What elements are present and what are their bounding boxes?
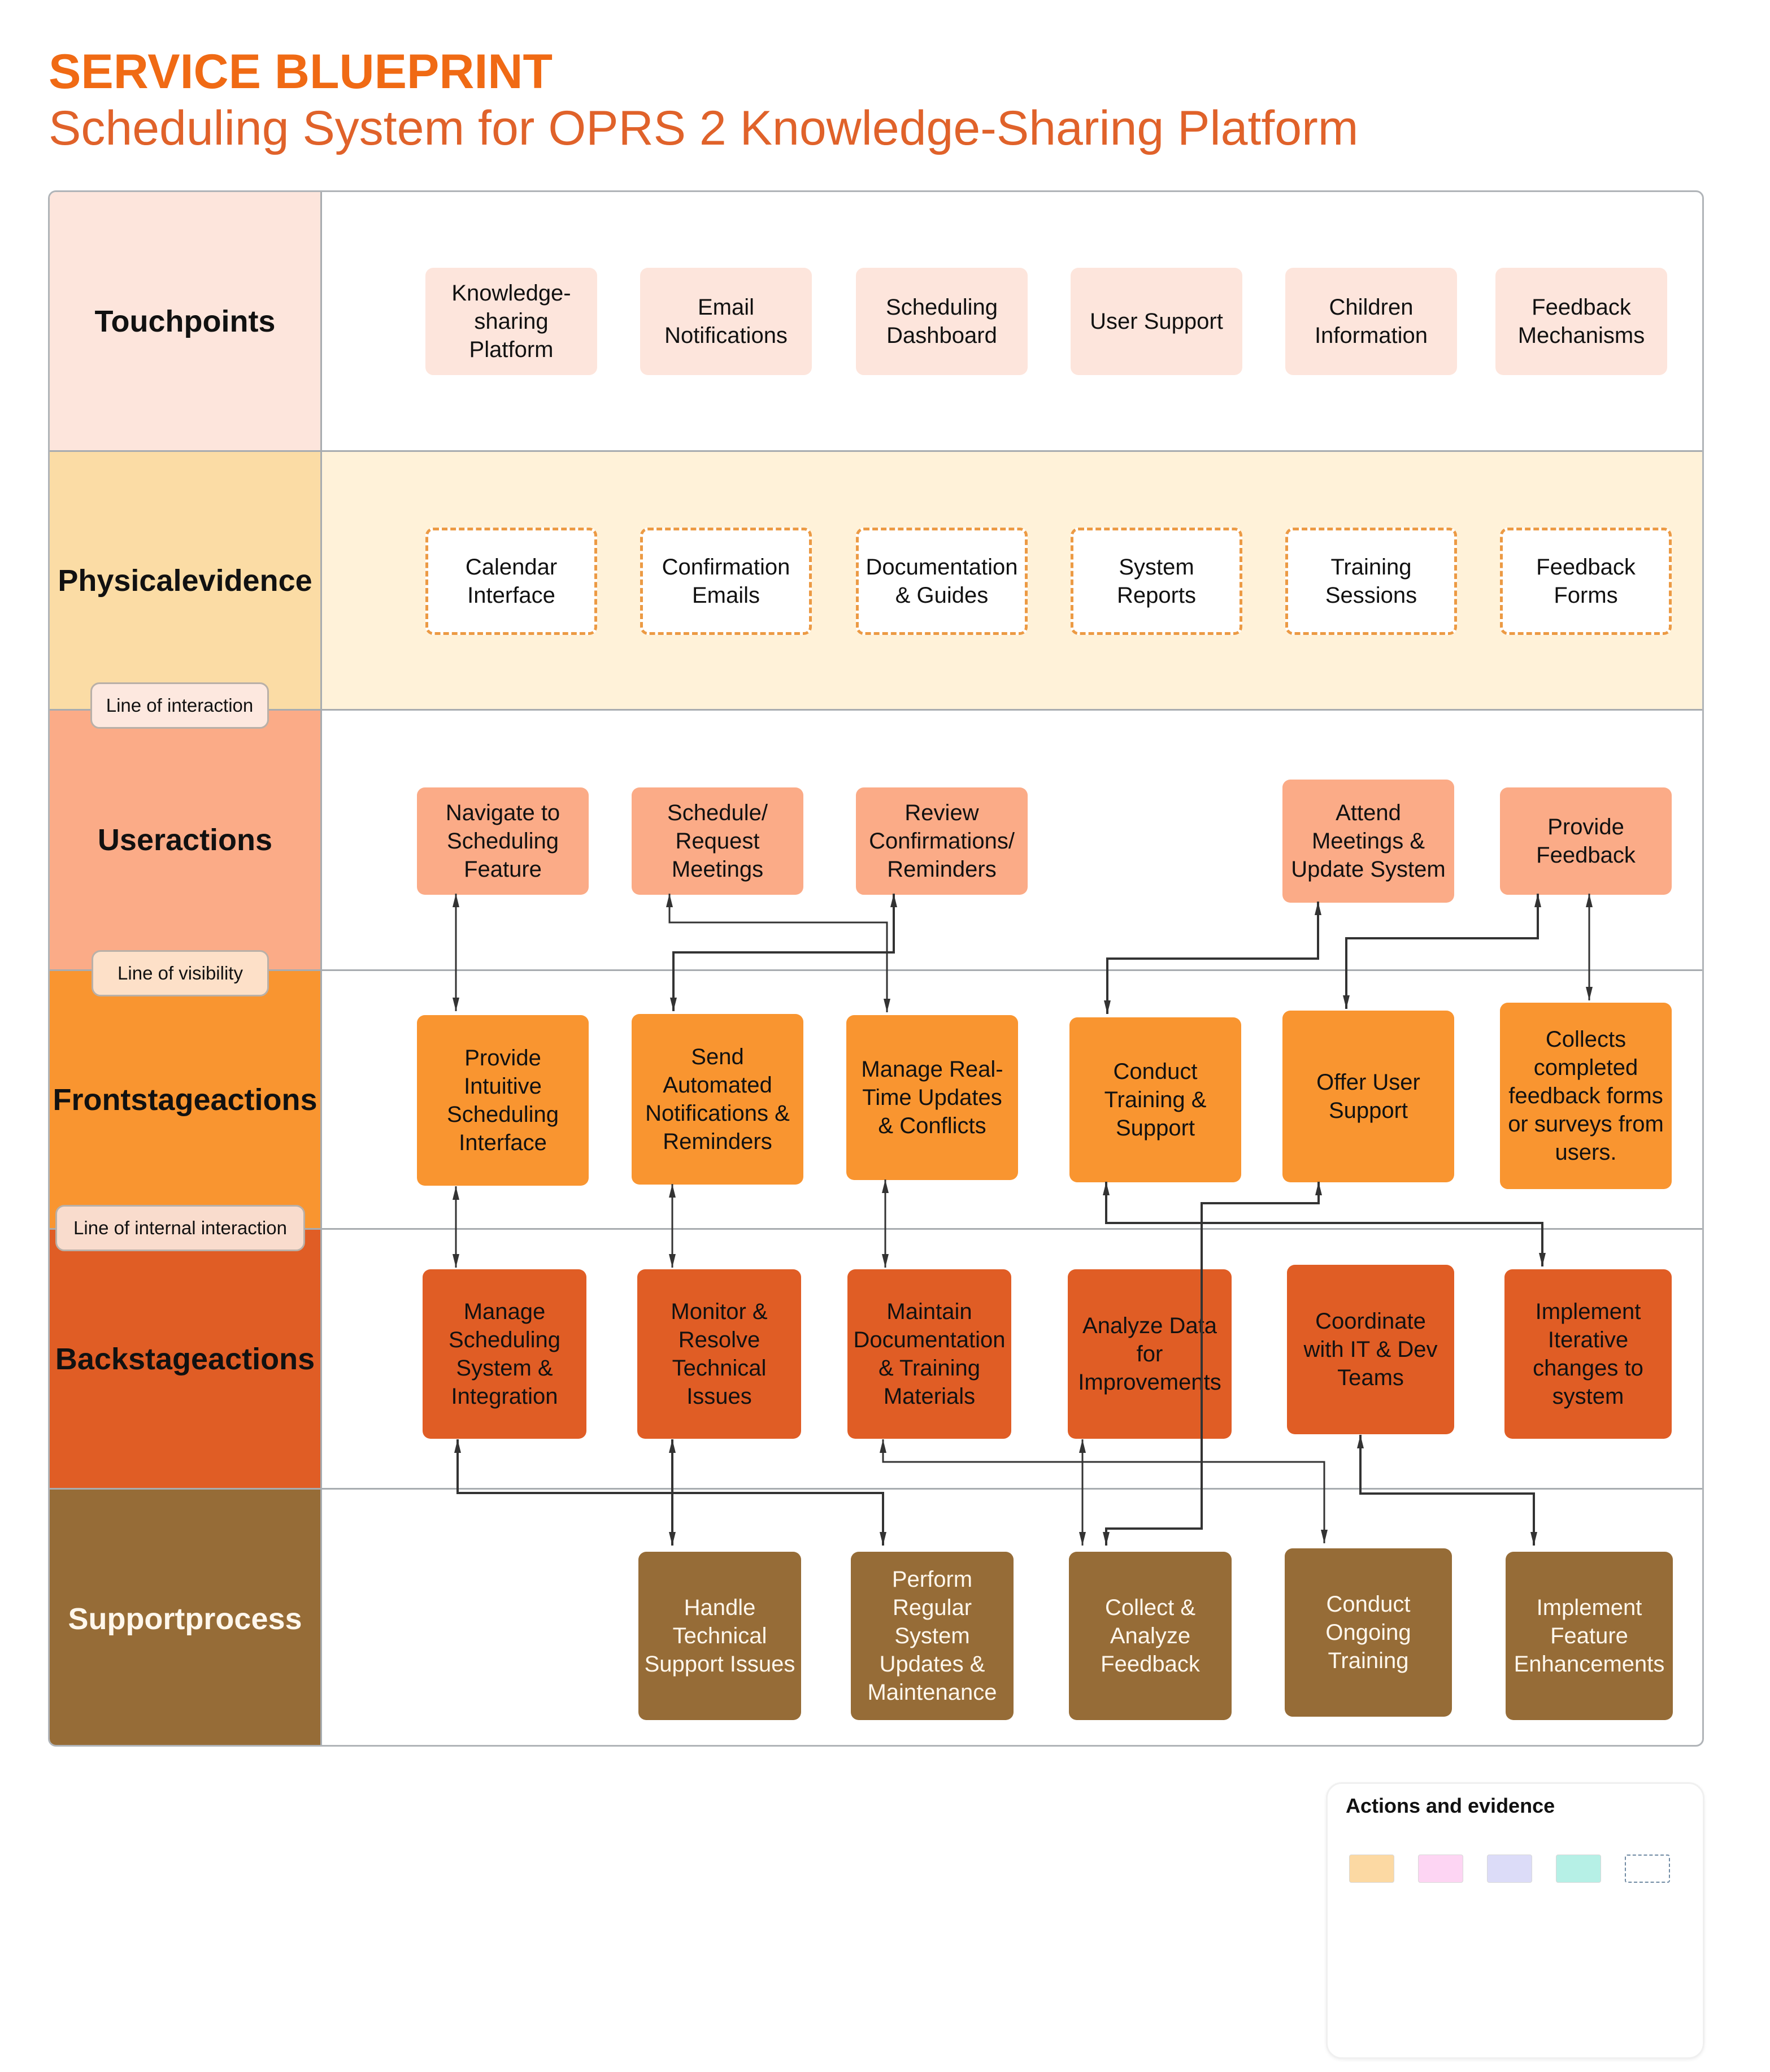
lane-label-support: Support process <box>50 1490 322 1745</box>
user-action-card[interactable]: Attend Meetings & Update System <box>1282 780 1454 903</box>
legend-swatch-orange <box>1349 1855 1394 1883</box>
touchpoint-card[interactable]: User Support <box>1071 268 1242 375</box>
legend-swatch-mint <box>1556 1855 1601 1883</box>
touchpoint-card[interactable]: Knowledge-sharing Platform <box>425 268 597 375</box>
lane-frontstage-actions: Frontstage actions Provide Intuitive Sche… <box>50 971 1702 1230</box>
lane-label-backstage: Backstage actions <box>50 1230 322 1488</box>
evidence-card[interactable]: Training Sessions <box>1285 528 1457 635</box>
support-card[interactable]: Implement Feature Enhancements <box>1506 1552 1673 1720</box>
backstage-card[interactable]: Coordinate with IT & Dev Teams <box>1287 1265 1454 1434</box>
lane-body-frontstage: Provide Intuitive Scheduling Interface S… <box>322 971 1702 1228</box>
lane-body-backstage: Manage Scheduling System & Integration M… <box>322 1230 1702 1488</box>
backstage-card[interactable]: Implement Iterative changes to system <box>1504 1269 1672 1439</box>
lane-label-user-actions: User actions <box>50 711 322 969</box>
blueprint-subtitle: Scheduling System for OPRS 2 Knowledge-S… <box>49 101 1359 155</box>
legend-swatch-dashed <box>1625 1855 1670 1883</box>
frontstage-card[interactable]: Send Automated Notifications & Reminders <box>632 1014 803 1185</box>
touchpoint-card[interactable]: Feedback Mechanisms <box>1495 268 1667 375</box>
frontstage-card[interactable]: Offer User Support <box>1282 1011 1454 1182</box>
lane-user-actions: User actions Navigate to Scheduling Featu… <box>50 711 1702 971</box>
touchpoint-card[interactable]: Children Information <box>1285 268 1457 375</box>
backstage-card[interactable]: Manage Scheduling System & Integration <box>423 1269 586 1439</box>
legend-swatch-pink <box>1418 1855 1463 1883</box>
lane-body-support: Handle Technical Support Issues Perform … <box>322 1490 1702 1745</box>
line-of-visibility-tag: Line of visibility <box>92 950 269 996</box>
support-card[interactable]: Handle Technical Support Issues <box>638 1552 801 1720</box>
backstage-card[interactable]: Monitor & Resolve Technical Issues <box>637 1269 801 1439</box>
line-of-internal-interaction-tag: Line of internal interaction <box>55 1205 305 1251</box>
evidence-card[interactable]: Feedback Forms <box>1500 528 1672 635</box>
evidence-card[interactable]: System Reports <box>1071 528 1242 635</box>
lane-label-frontstage: Frontstage actions <box>50 971 322 1228</box>
support-card[interactable]: Perform Regular System Updates & Mainten… <box>851 1552 1014 1720</box>
legend-title: Actions and evidence <box>1346 1794 1555 1817</box>
user-action-card[interactable]: Provide Feedback <box>1500 787 1672 895</box>
line-of-interaction-tag: Line of interaction <box>90 682 269 729</box>
blueprint-title: SERVICE BLUEPRINT <box>49 45 553 99</box>
touchpoint-card[interactable]: Scheduling Dashboard <box>856 268 1028 375</box>
lane-body-physical-evidence: Calendar Interface Confirmation Emails D… <box>322 452 1702 709</box>
frontstage-card[interactable]: Manage Real-Time Updates & Conflicts <box>846 1015 1018 1180</box>
lane-body-touchpoints: Knowledge-sharing Platform Email Notific… <box>322 192 1702 450</box>
frontstage-card[interactable]: Conduct Training & Support <box>1069 1017 1241 1182</box>
lane-label-physical-evidence: Physical evidence <box>50 452 322 709</box>
evidence-card[interactable]: Calendar Interface <box>425 528 597 635</box>
frontstage-card[interactable]: Provide Intuitive Scheduling Interface <box>417 1015 589 1186</box>
lane-backstage-actions: Backstage actions Manage Scheduling Syste… <box>50 1230 1702 1490</box>
backstage-card[interactable]: Maintain Documentation & Training Materi… <box>847 1269 1011 1439</box>
lane-physical-evidence: Physical evidence Calendar Interface Conf… <box>50 452 1702 711</box>
lane-touchpoints: Touchpoints Knowledge-sharing Platform E… <box>50 192 1702 452</box>
support-card[interactable]: Collect & Analyze Feedback <box>1069 1552 1232 1720</box>
legend-panel: Actions and evidence <box>1326 1782 1704 2059</box>
user-action-card[interactable]: Navigate to Scheduling Feature <box>417 787 589 895</box>
blueprint-frame: Touchpoints Knowledge-sharing Platform E… <box>48 190 1704 1747</box>
evidence-card[interactable]: Documentation & Guides <box>856 528 1028 635</box>
legend-swatch-lavender <box>1487 1855 1532 1883</box>
frontstage-card[interactable]: Collects completed feedback forms or sur… <box>1500 1003 1672 1189</box>
lane-label-touchpoints: Touchpoints <box>50 192 322 450</box>
user-action-card[interactable]: Schedule/ Request Meetings <box>632 787 803 895</box>
user-action-card[interactable]: Review Confirmations/ Reminders <box>856 787 1028 895</box>
backstage-card[interactable]: Analyze Data for Improvements <box>1068 1269 1232 1439</box>
lane-body-user-actions: Navigate to Scheduling Feature Schedule/… <box>322 711 1702 969</box>
lane-support-process: Support process Handle Technical Support … <box>50 1490 1702 1745</box>
support-card[interactable]: Conduct Ongoing Training <box>1285 1548 1452 1717</box>
evidence-card[interactable]: Confirmation Emails <box>640 528 812 635</box>
touchpoint-card[interactable]: Email Notifications <box>640 268 812 375</box>
